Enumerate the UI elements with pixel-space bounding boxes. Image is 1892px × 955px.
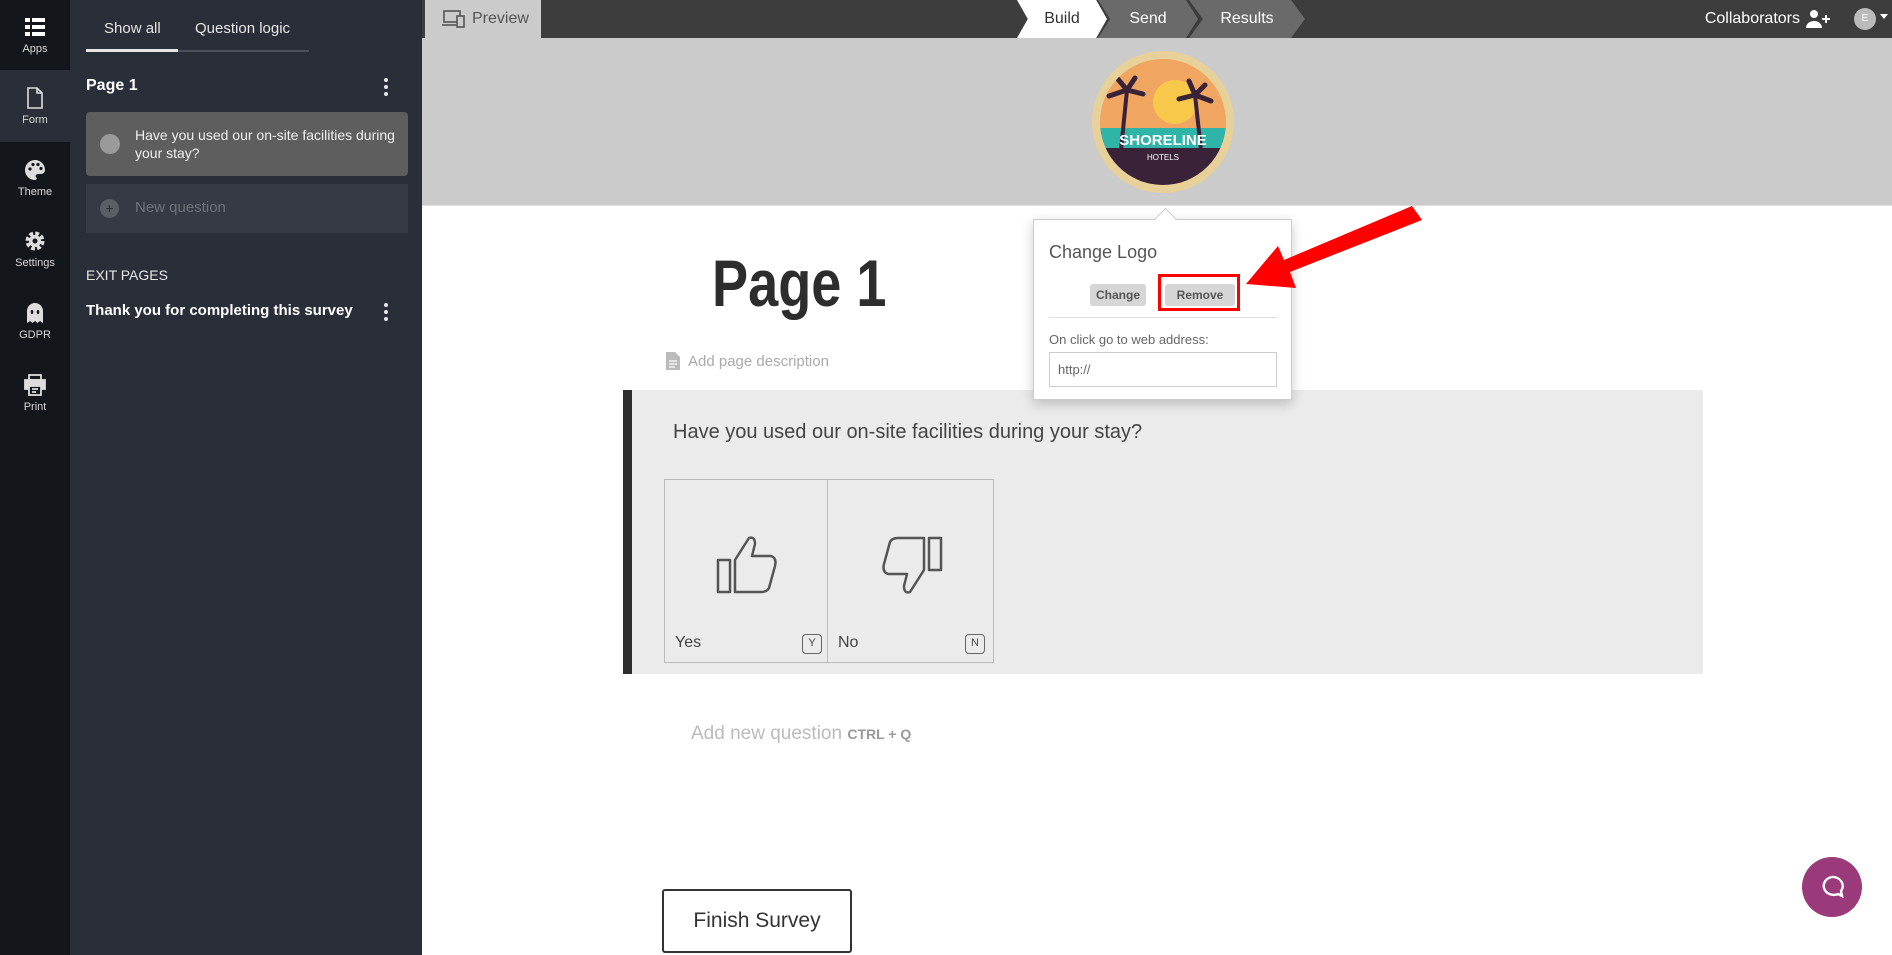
question-list-label: Have you used our on-site facilities dur… (135, 127, 395, 161)
devices-icon (442, 10, 465, 28)
page-description-placeholder: Add page description (688, 352, 829, 370)
option-shortcut-key: N (965, 634, 985, 654)
thumbs-up-icon (716, 536, 777, 594)
printer-icon (24, 374, 46, 396)
question-type-icon (100, 134, 120, 154)
question-text[interactable]: Have you used our on-site facilities dur… (673, 421, 1142, 444)
apps-grid-icon (25, 18, 45, 36)
nav-label: Settings (15, 257, 55, 269)
annotation-arrow-icon (1246, 206, 1422, 288)
exit-pages-heading: EXIT PAGES (86, 267, 168, 283)
gear-icon (25, 231, 45, 251)
option-yes[interactable]: Yes Y (664, 479, 831, 663)
logo-text: SHORELINE (1119, 132, 1207, 149)
add-question-shortcut: CTRL + Q (847, 726, 912, 742)
web-address-input[interactable] (1049, 352, 1277, 387)
user-avatar[interactable]: E (1854, 8, 1876, 30)
question-list-item[interactable]: Have you used our on-site facilities dur… (86, 112, 408, 176)
step-build[interactable]: Build (1017, 0, 1107, 38)
form-document-icon (27, 87, 43, 109)
nav-label: Print (23, 401, 47, 413)
add-user-icon (1806, 10, 1830, 28)
web-address-label: On click go to web address: (1049, 332, 1209, 347)
popover-title: Change Logo (1049, 242, 1158, 262)
nav-label: GDPR (19, 329, 51, 341)
nav-label: Form (22, 114, 48, 126)
tab-question-logic[interactable]: Question logic (195, 20, 290, 37)
page-menu-kebab-icon[interactable] (384, 78, 388, 96)
caret-down-icon[interactable] (1880, 14, 1888, 23)
option-label: No (838, 634, 859, 651)
step-send[interactable]: Send (1098, 0, 1198, 38)
plus-icon: + (100, 199, 119, 218)
add-page-description[interactable]: Add page description (666, 352, 829, 370)
exit-page-item[interactable]: Thank you for completing this survey (86, 302, 353, 319)
nav-label: Apps (22, 43, 48, 55)
panel-page-title: Page 1 (86, 77, 138, 94)
top-bar: Preview Build Send Results Collaborators… (422, 0, 1892, 38)
change-logo-button[interactable]: Change (1090, 284, 1146, 306)
new-question-label: New question (135, 199, 226, 216)
thumbs-down-icon (882, 536, 943, 594)
option-label: Yes (675, 634, 702, 651)
collaborators-label: Collaborators (1704, 10, 1800, 27)
document-icon (666, 352, 680, 370)
nav-form[interactable]: Form (0, 70, 70, 142)
preview-button[interactable]: Preview (425, 0, 541, 38)
finish-survey-button[interactable]: Finish Survey (662, 889, 852, 953)
add-new-question[interactable]: Add new question CTRL + Q (691, 723, 911, 745)
step-results[interactable]: Results (1189, 0, 1305, 38)
divider (1049, 317, 1277, 318)
preview-label: Preview (472, 10, 529, 27)
nav-gdpr[interactable]: GDPR (0, 285, 70, 357)
form-structure-panel: Show all Question logic Page 1 Have you … (70, 0, 422, 955)
chat-launcher-button[interactable] (1802, 857, 1862, 917)
question-block[interactable]: Have you used our on-site facilities dur… (623, 390, 1703, 674)
palette-icon (25, 160, 45, 180)
exit-page-menu-kebab-icon[interactable] (384, 303, 388, 321)
app-icon-bar: Apps Form Theme Settings GDPR Print (0, 0, 70, 955)
option-no[interactable]: No N (827, 479, 994, 663)
collaborators-button[interactable]: Collaborators (1705, 9, 1832, 29)
page-title[interactable]: Page 1 (712, 245, 886, 321)
annotation-highlight-box (1158, 274, 1240, 311)
shoreline-hotels-logo[interactable]: SHORELINE HOTELS (1091, 50, 1235, 194)
nav-label: Theme (17, 186, 53, 198)
logo-subtext: HOTELS (1147, 153, 1179, 162)
new-question-button[interactable]: + New question (86, 184, 408, 233)
nav-theme[interactable]: Theme (0, 142, 70, 214)
nav-apps[interactable]: Apps (0, 0, 70, 70)
tab-underline (86, 49, 309, 52)
add-question-label: Add new question (691, 723, 843, 744)
tab-show-all[interactable]: Show all (104, 20, 161, 37)
nav-settings[interactable]: Settings (0, 213, 70, 285)
option-shortcut-key: Y (802, 634, 822, 654)
nav-print[interactable]: Print (0, 357, 70, 429)
ghost-icon (27, 303, 43, 323)
chat-bubble-icon (1822, 875, 1844, 899)
